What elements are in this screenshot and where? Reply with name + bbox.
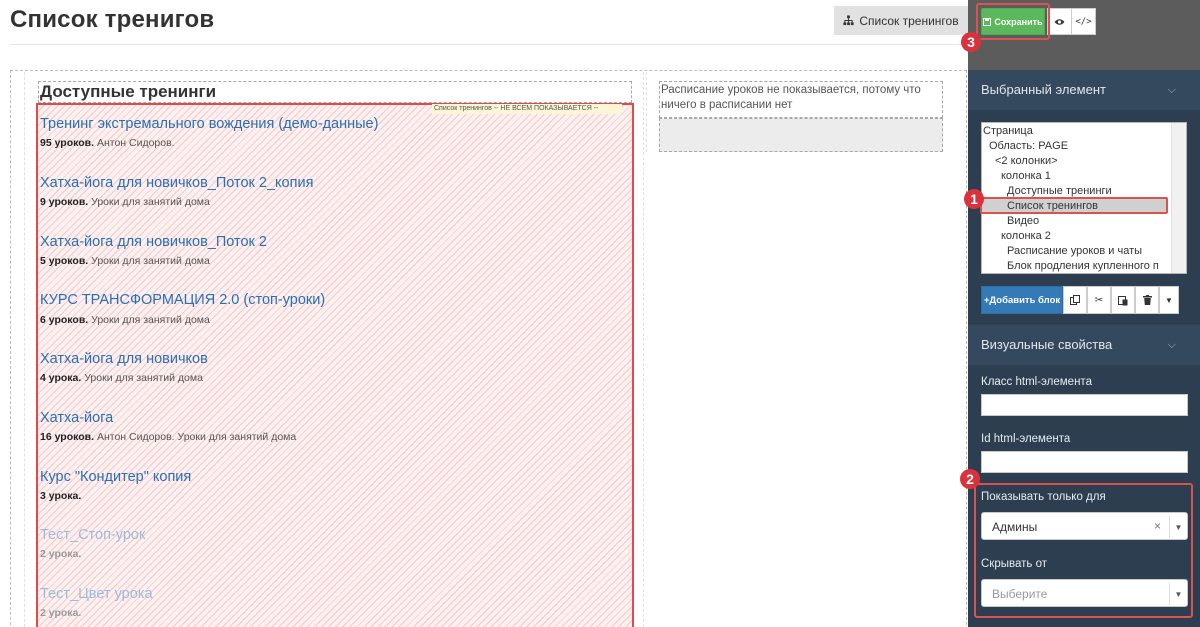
copy-button[interactable] xyxy=(1063,286,1087,314)
training-info: Уроки для занятий дома xyxy=(81,372,203,384)
training-link[interactable]: Тренинг экстремального вождения (демо-да… xyxy=(40,116,378,132)
training-meta: 5 уроков. Уроки для занятий дома xyxy=(40,255,210,267)
class-input[interactable] xyxy=(981,394,1188,416)
id-field-label: Id html-элемента xyxy=(981,433,1071,445)
visibility-highlight-frame xyxy=(974,483,1193,618)
training-link[interactable]: Курс "Кондитер" копия xyxy=(40,469,191,485)
training-link[interactable]: Хатха-йога для новичков_Поток 2_копия xyxy=(40,175,313,191)
sitemap-icon xyxy=(843,15,854,26)
training-link[interactable]: Хатха-йога для новичков xyxy=(40,351,208,367)
tree-item[interactable]: Видео xyxy=(1007,214,1039,228)
header-divider xyxy=(10,44,965,45)
copy-icon xyxy=(1070,295,1080,305)
tree-item[interactable]: Область: PAGE xyxy=(989,139,1068,153)
training-info: Уроки для занятий дома xyxy=(88,196,210,208)
lesson-count: 5 уроков. xyxy=(40,255,89,267)
tree-item[interactable]: Доступные тренинги xyxy=(1007,184,1112,198)
cut-button[interactable]: ✂ xyxy=(1087,286,1111,314)
tree-scrollbar[interactable] xyxy=(1171,123,1186,273)
delete-button[interactable] xyxy=(1135,286,1159,314)
lesson-count: 4 урока. xyxy=(40,372,82,384)
callout-badge: 3 xyxy=(961,32,981,52)
training-info: Антон Сидоров. xyxy=(94,137,175,149)
chevron-down-icon[interactable]: ⌵ xyxy=(1168,70,1176,110)
trash-icon xyxy=(1142,295,1152,305)
paste-button[interactable] xyxy=(1111,286,1135,314)
training-link[interactable]: Хатха-йога для новичков_Поток 2 xyxy=(40,234,267,250)
lesson-count: 95 уроков. xyxy=(40,137,95,149)
training-link[interactable]: Тест_Стоп-урок xyxy=(40,527,145,543)
tree-highlight-frame xyxy=(980,197,1168,214)
tree-item[interactable]: Страница xyxy=(983,124,1033,138)
training-info: Уроки для занятий дома xyxy=(88,314,210,326)
callout-badge: 1 xyxy=(964,189,984,209)
trainings-list-button[interactable]: Список тренингов xyxy=(834,6,968,35)
training-meta: 2 урока. xyxy=(40,548,81,560)
page-title: Список тренигов xyxy=(10,6,215,33)
selected-element-title: Выбранный элемент xyxy=(981,82,1106,97)
training-link[interactable]: Тест_Цвет урока xyxy=(40,586,153,602)
training-meta: 9 уроков. Уроки для занятий дома xyxy=(40,196,210,208)
training-meta: 2 урока. xyxy=(40,607,81,619)
caret-down-icon: ▼ xyxy=(1165,295,1173,305)
renewal-block[interactable] xyxy=(659,118,943,152)
id-input[interactable] xyxy=(981,451,1188,473)
eye-icon xyxy=(1054,18,1065,25)
code-icon: </> xyxy=(1075,16,1092,27)
selected-element-header[interactable]: Выбранный элемент ⌵ xyxy=(968,70,1200,110)
tree-item[interactable]: колонка 2 xyxy=(1001,229,1051,243)
add-block-button[interactable]: +Добавить блок xyxy=(981,286,1063,314)
training-meta: 4 урока. Уроки для занятий дома xyxy=(40,372,203,384)
lesson-count: 16 уроков. xyxy=(40,431,95,443)
lesson-count: 2 урока. xyxy=(40,607,82,619)
training-info: Уроки для занятий дома xyxy=(88,255,210,267)
cut-icon: ✂ xyxy=(1094,294,1104,306)
training-link[interactable]: КУРС ТРАНСФОРМАЦИЯ 2.0 (стоп-уроки) xyxy=(40,292,325,308)
available-trainings-title: Доступные тренинги xyxy=(40,82,217,101)
save-highlight-frame xyxy=(976,3,1050,40)
tree-item[interactable]: колонка 1 xyxy=(1001,169,1051,183)
training-meta: 6 уроков. Уроки для занятий дома xyxy=(40,314,210,326)
visual-properties-header[interactable]: Визуальные свойства ⌵ xyxy=(968,325,1200,365)
training-link[interactable]: Хатха-йога xyxy=(40,410,113,426)
tree-item[interactable]: <2 колонки> xyxy=(995,154,1058,168)
lesson-count: 6 уроков. xyxy=(40,314,89,326)
tree-item[interactable]: Блок продления купленного п xyxy=(1007,259,1159,273)
code-view-button[interactable]: </> xyxy=(1072,8,1096,35)
training-meta: 16 уроков. Антон Сидоров. Уроки для заня… xyxy=(40,431,296,443)
schedule-message: Расписание уроков не показывается, потом… xyxy=(661,84,921,111)
trainings-list-tag: Список тренингов -- НЕ ВСЕМ ПОКАЗЫВАЕТСЯ… xyxy=(432,104,622,114)
training-info: Антон Сидоров. Уроки для занятий дома xyxy=(94,431,297,443)
training-meta: 95 уроков. Антон Сидоров. xyxy=(40,137,175,149)
callout-badge: 2 xyxy=(960,469,980,489)
preview-button[interactable] xyxy=(1047,8,1072,35)
visual-properties-title: Визуальные свойства xyxy=(981,337,1113,352)
lesson-count: 3 урока. xyxy=(40,490,82,502)
lesson-count: 9 уроков. xyxy=(40,196,89,208)
more-actions-button[interactable]: ▼ xyxy=(1159,286,1179,314)
tree-item[interactable]: Расписание уроков и чаты xyxy=(1007,244,1142,258)
lesson-count: 2 урока. xyxy=(40,548,82,560)
chevron-down-icon[interactable]: ⌵ xyxy=(1168,325,1176,365)
training-meta: 3 урока. xyxy=(40,490,81,502)
trainings-list-button-label: Список тренингов xyxy=(859,13,959,28)
paste-icon xyxy=(1118,295,1128,305)
class-field-label: Класс html-элемента xyxy=(981,376,1092,388)
